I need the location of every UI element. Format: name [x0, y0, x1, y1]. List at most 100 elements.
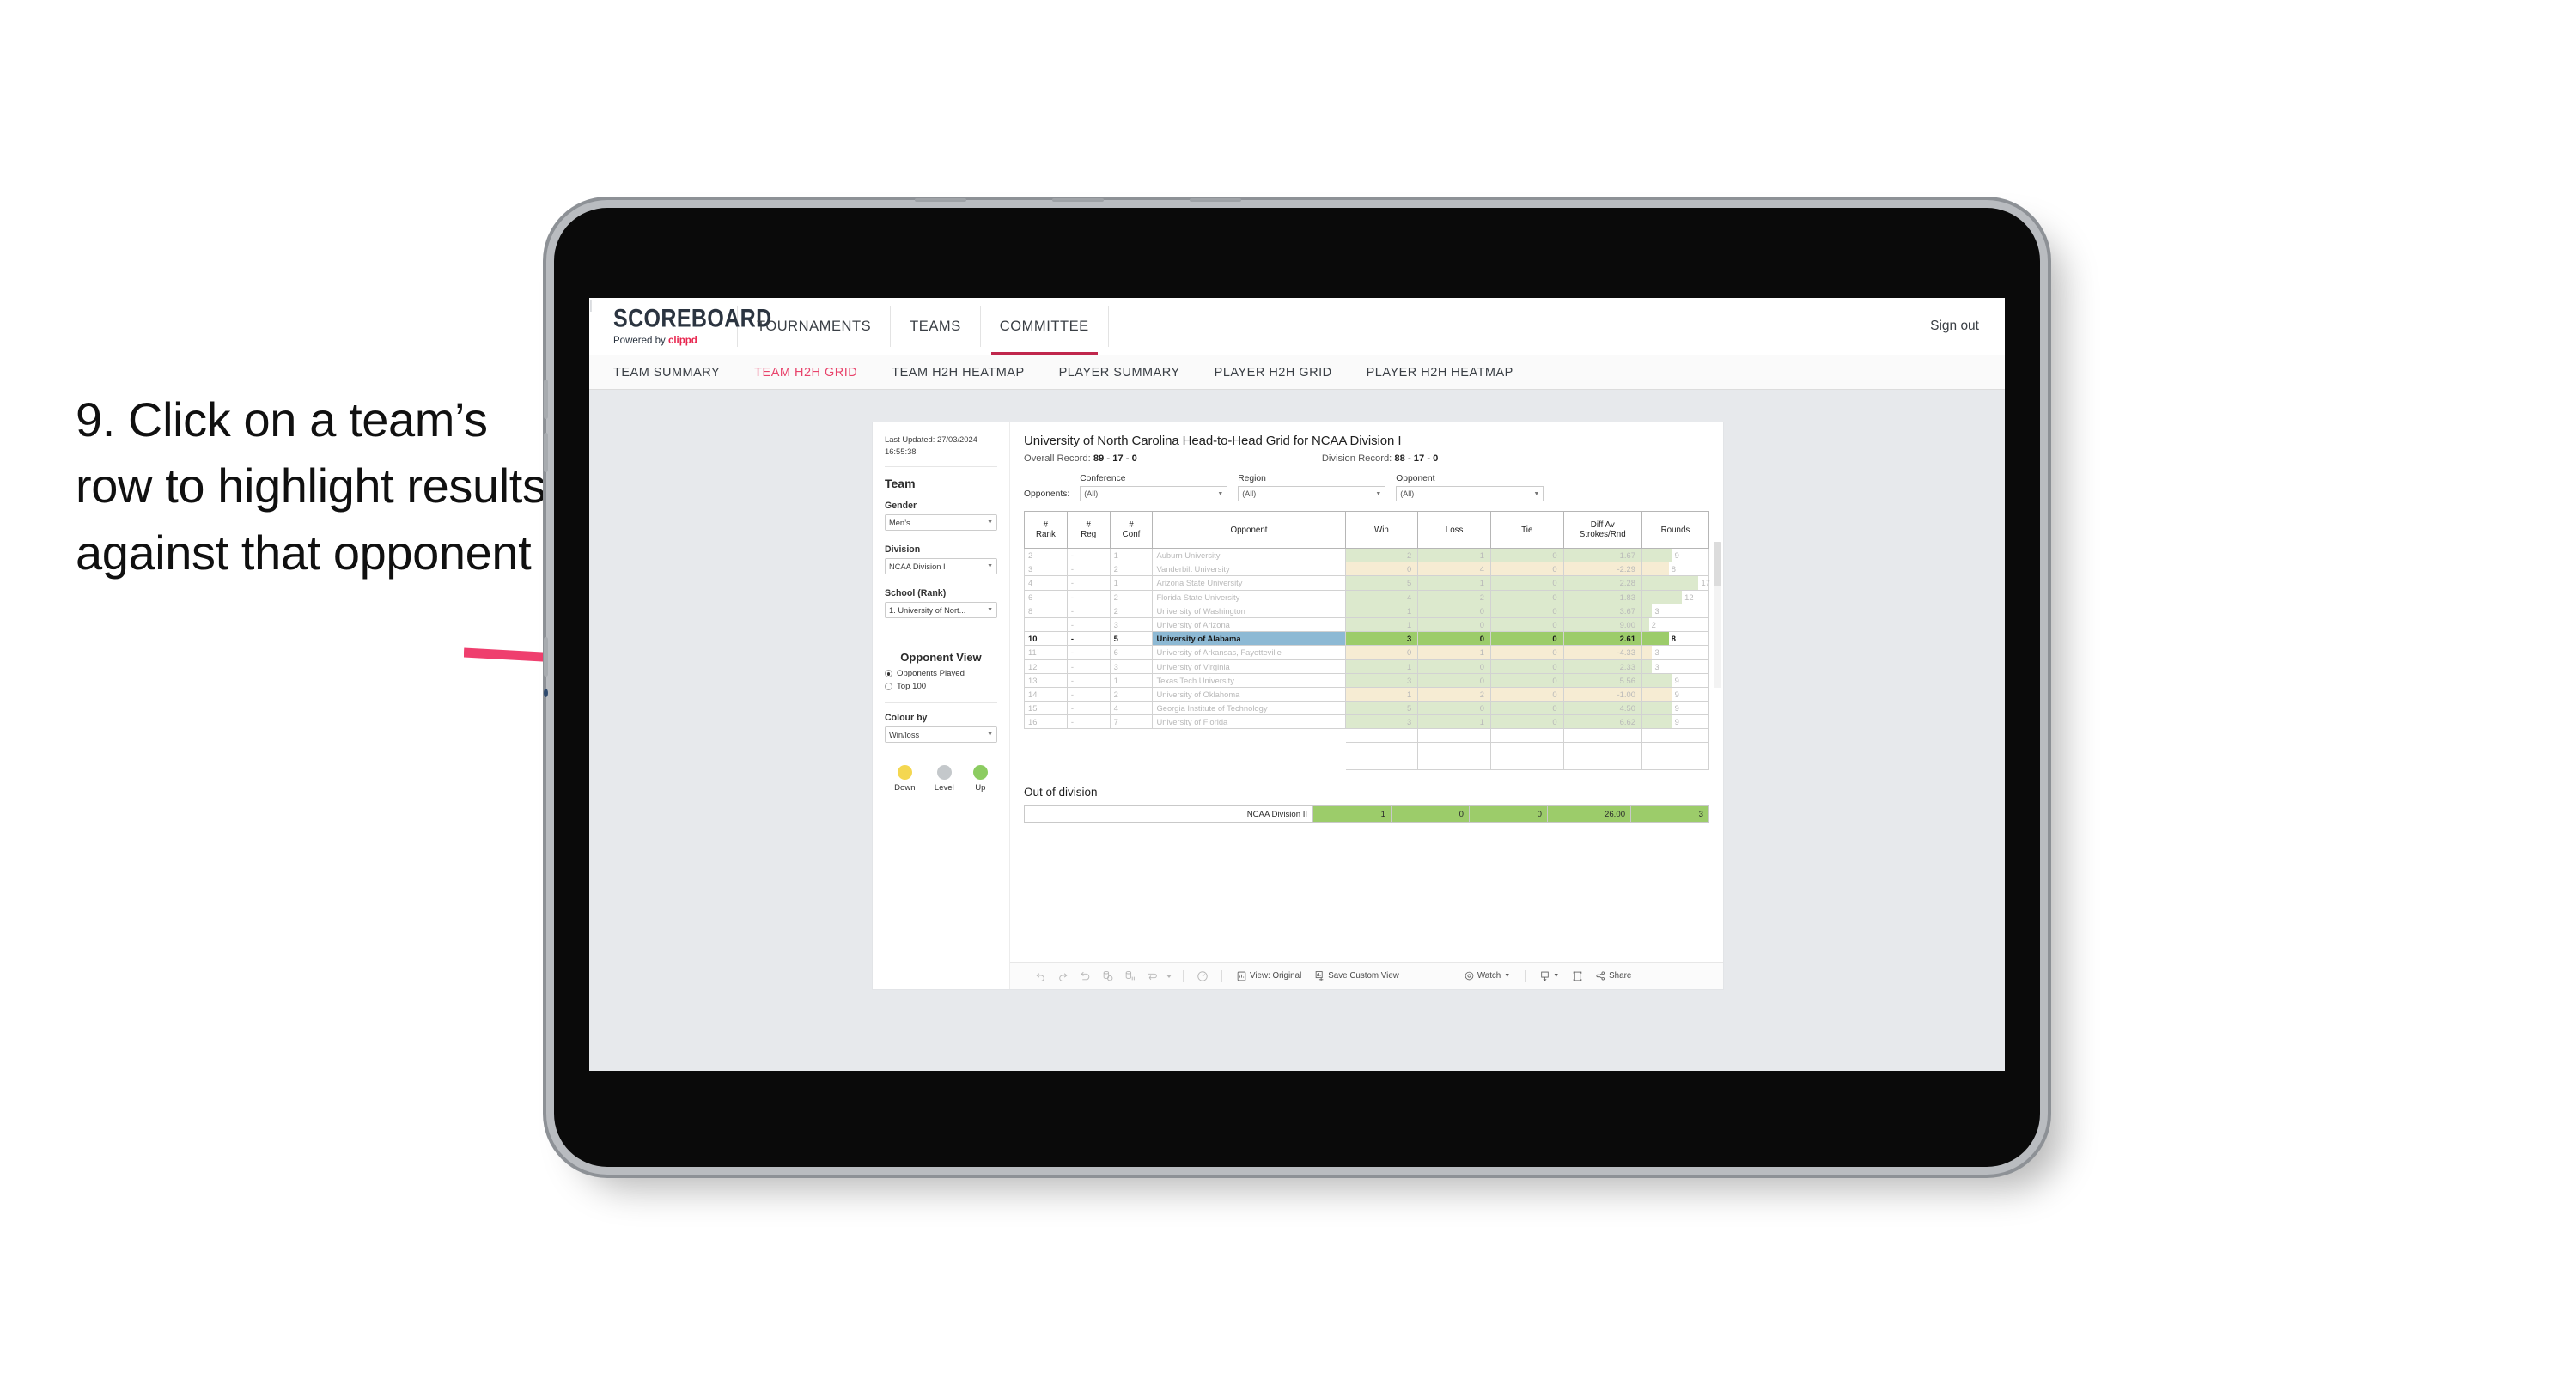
- chevron-down-icon: ▼: [987, 519, 993, 526]
- table-row[interactable]: 11-6 University of Arkansas, Fayetteville…: [1024, 645, 1710, 660]
- cell-opponent: University of Arkansas, Fayetteville: [1152, 645, 1346, 660]
- cell-empty: [1417, 756, 1491, 771]
- col-win[interactable]: Win: [1344, 511, 1419, 549]
- school-rank-select[interactable]: 1. University of Nort... ▼: [885, 602, 997, 619]
- cell-tie: 0: [1489, 686, 1564, 702]
- fullscreen-button[interactable]: [1566, 971, 1589, 981]
- table-row[interactable]: 10-5 University of Alabama 3 0 0 2.61 8: [1024, 631, 1710, 647]
- cell-empty: [1152, 742, 1346, 756]
- subnav-team-summary[interactable]: TEAM SUMMARY: [613, 366, 720, 380]
- cell-opponent: University of Florida: [1152, 714, 1346, 730]
- table-row[interactable]: 13-1 Texas Tech University 3 0 0 5.56 9: [1024, 672, 1710, 688]
- col-reg[interactable]: # Reg: [1066, 511, 1111, 549]
- cell-loss: 0: [1417, 659, 1491, 674]
- table-scrollbar[interactable]: [1714, 542, 1721, 688]
- opponent-view-heading: Opponent View: [900, 651, 982, 665]
- col-conf[interactable]: # Conf: [1109, 511, 1154, 549]
- nav-tab-committee[interactable]: COMMITTEE: [981, 298, 1108, 355]
- chevron-down-icon[interactable]: [1163, 965, 1175, 987]
- cell-loss: 1: [1417, 547, 1491, 563]
- pause-auto-update-icon[interactable]: [1191, 965, 1214, 987]
- table-row[interactable]: 4-1 Arizona State University 5 1 0 2.28 17: [1024, 575, 1710, 591]
- rounds-bar-wrapper: 9: [1641, 702, 1708, 715]
- cell-loss: 2: [1417, 589, 1491, 604]
- cell-rank: 12: [1024, 659, 1068, 674]
- conference-value: (All): [1084, 489, 1099, 498]
- out-of-division-heading: Out of division: [1024, 786, 1098, 799]
- rounds-bar-wrapper: 2: [1641, 617, 1708, 632]
- pause-data-icon[interactable]: [1118, 965, 1141, 987]
- col-rank[interactable]: # Rank: [1024, 511, 1068, 549]
- table-row[interactable]: NCAA Division II 1 0 0 26.00 3: [1023, 805, 1709, 823]
- divider: [885, 702, 997, 704]
- cell-rank: [1024, 617, 1068, 633]
- redo-icon[interactable]: [1051, 965, 1074, 987]
- refresh-data-icon[interactable]: [1096, 965, 1118, 987]
- share-button[interactable]: Share: [1589, 971, 1638, 981]
- table-row[interactable]: 15-4 Georgia Institute of Technology 5 0 0 4.…: [1024, 701, 1710, 716]
- toolbar-divider: [1183, 969, 1184, 982]
- cell-opponent: Texas Tech University: [1152, 672, 1346, 688]
- revert-icon[interactable]: [1074, 965, 1096, 987]
- table-row[interactable]: 14-2 University of Oklahoma 1 2 0 -1.00 9: [1024, 686, 1710, 702]
- subnav-player-summary[interactable]: PLAYER SUMMARY: [1059, 366, 1180, 380]
- download-button[interactable]: ▼: [1533, 971, 1566, 981]
- subnav-team-h2h-grid[interactable]: TEAM H2H GRID: [754, 366, 857, 380]
- nav-tab-tournaments[interactable]: TOURNAMENTS: [738, 298, 890, 355]
- conference-select[interactable]: (All) ▼: [1080, 486, 1228, 501]
- region-select[interactable]: (All) ▼: [1238, 486, 1386, 501]
- subnav-player-h2h-heatmap[interactable]: PLAYER H2H HEATMAP: [1367, 366, 1513, 380]
- table-row-empty: [1024, 728, 1710, 744]
- cell-diff: 1.83: [1562, 589, 1642, 604]
- division-value: NCAA Division I: [889, 562, 946, 571]
- undo-icon[interactable]: [1029, 965, 1051, 987]
- division-select[interactable]: NCAA Division I ▼: [885, 558, 997, 575]
- col-rounds[interactable]: Rounds: [1641, 511, 1710, 549]
- legend-swatch-level: [936, 765, 952, 781]
- table-row[interactable]: 16-7 University of Florida 3 1 0 6.62 9: [1024, 714, 1710, 730]
- cell-diff: 6.62: [1562, 714, 1642, 730]
- rounds-bar: [1641, 687, 1672, 702]
- col-loss[interactable]: Loss: [1417, 511, 1491, 549]
- app-logo[interactable]: SCOREBOARD Powered by clippd: [589, 298, 771, 355]
- col-tie[interactable]: Tie: [1489, 511, 1564, 549]
- cell-reg: -: [1066, 714, 1111, 730]
- cell-loss: 1: [1417, 714, 1491, 730]
- colour-by-select[interactable]: Win/loss ▼: [885, 726, 997, 744]
- col-rank-word: Rank: [1035, 530, 1056, 539]
- cell-rank: 14: [1024, 686, 1068, 702]
- watch-button[interactable]: Watch ▼: [1458, 971, 1517, 981]
- table-row[interactable]: 12-3 University of Virginia 1 0 0 2.33 3: [1024, 659, 1710, 674]
- gender-select[interactable]: Men’s ▼: [885, 514, 997, 532]
- cell-loss: 1: [1417, 645, 1491, 660]
- subnav-player-h2h-grid[interactable]: PLAYER H2H GRID: [1215, 366, 1332, 380]
- chevron-down-icon: ▼: [1553, 973, 1560, 979]
- table-row[interactable]: 8-2 University of Washington 1 0 0 3.67 3: [1024, 603, 1710, 618]
- opponent-select[interactable]: (All) ▼: [1396, 486, 1544, 501]
- radio-top-100[interactable]: Top 100: [885, 682, 997, 691]
- subnav-team-h2h-heatmap[interactable]: TEAM H2H HEATMAP: [892, 366, 1024, 380]
- chevron-down-icon: ▼: [987, 563, 993, 570]
- cell-tie: 0: [1489, 617, 1564, 633]
- table-row[interactable]: 2-1 Auburn University 2 1 0 1.67 9: [1024, 547, 1710, 563]
- nav-tab-teams[interactable]: TEAMS: [891, 298, 980, 355]
- cell-diff: 2.33: [1562, 659, 1642, 674]
- division-record: Division Record: 88 - 17 - 0: [1322, 453, 1439, 464]
- opponent-label: Opponent: [1396, 474, 1435, 483]
- col-opponent[interactable]: Opponent: [1152, 511, 1346, 549]
- table-row[interactable]: 6-2 Florida State University 4 2 0 1.83 12: [1024, 589, 1710, 604]
- logo-brand-name: clippd: [667, 336, 697, 346]
- col-diff-av-strokes[interactable]: Diff Av Strokes/Rnd: [1562, 511, 1642, 549]
- table-row[interactable]: 3-2 Vanderbilt University 0 4 0 -2.29 8: [1024, 562, 1710, 577]
- cell-empty: [1344, 742, 1419, 757]
- cell-reg: -: [1066, 562, 1111, 577]
- save-custom-view-button[interactable]: Save Custom View: [1308, 970, 1406, 981]
- table-row[interactable]: -3 University of Arizona 1 0 0 9.00 2: [1024, 617, 1710, 633]
- view-original-button[interactable]: View: Original: [1230, 971, 1308, 981]
- radio-opponents-played[interactable]: Opponents Played: [885, 669, 997, 678]
- reset-filters-icon[interactable]: [1141, 965, 1163, 987]
- rounds-value: 3: [1654, 605, 1659, 616]
- sign-out-link[interactable]: Sign out: [1930, 319, 1979, 334]
- scrollbar-thumb[interactable]: [1714, 542, 1721, 586]
- divider: [885, 466, 997, 468]
